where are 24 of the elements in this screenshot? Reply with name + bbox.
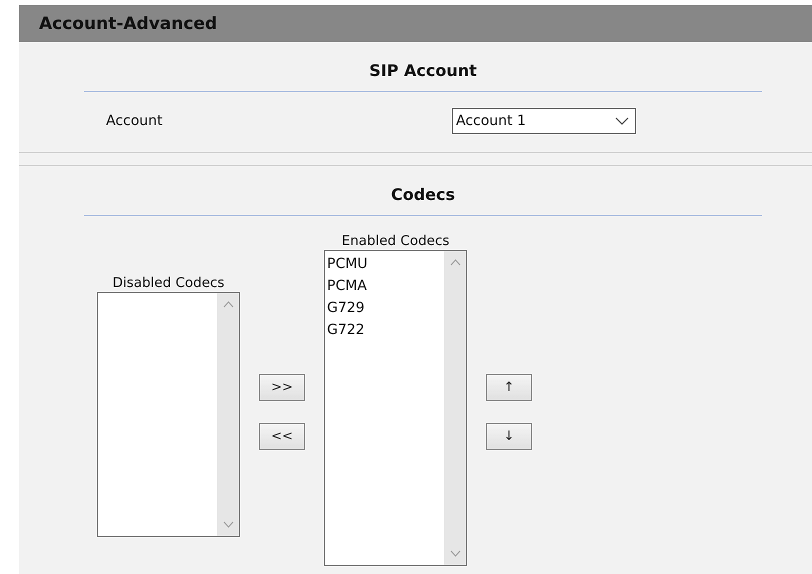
move-button[interactable]: <<	[259, 423, 305, 450]
chevron-up-icon[interactable]	[222, 301, 234, 308]
list-label: Disabled Codecs	[112, 275, 224, 291]
move-button[interactable]: >>	[259, 374, 305, 401]
field-label: Account	[106, 113, 164, 129]
order-button[interactable]: ↑	[486, 374, 532, 401]
scrollbar[interactable]	[444, 251, 466, 565]
order-button[interactable]: ↓	[486, 423, 532, 450]
list-item[interactable]: G729	[327, 297, 365, 319]
list-item[interactable]: PCMU	[327, 253, 368, 275]
section-title: Codecs	[390, 184, 456, 206]
section-title: SIP Account	[368, 60, 478, 82]
chevron-down-icon[interactable]	[222, 521, 234, 528]
account-dropdown[interactable]: Account 1	[452, 108, 636, 134]
scrollbar[interactable]	[217, 293, 239, 536]
list-item[interactable]: PCMA	[327, 275, 367, 297]
chevron-down-icon[interactable]	[450, 550, 460, 557]
list-box[interactable]	[97, 292, 240, 537]
chevron-up-icon[interactable]	[450, 259, 460, 266]
chevron-down-icon	[615, 117, 629, 125]
list-box[interactable]: PCMU PCMA G729 G722	[324, 250, 467, 566]
list-item[interactable]: G722	[327, 319, 365, 341]
page-title: Account-Advanced	[39, 14, 218, 34]
list-label: Enabled Codecs	[342, 233, 450, 249]
